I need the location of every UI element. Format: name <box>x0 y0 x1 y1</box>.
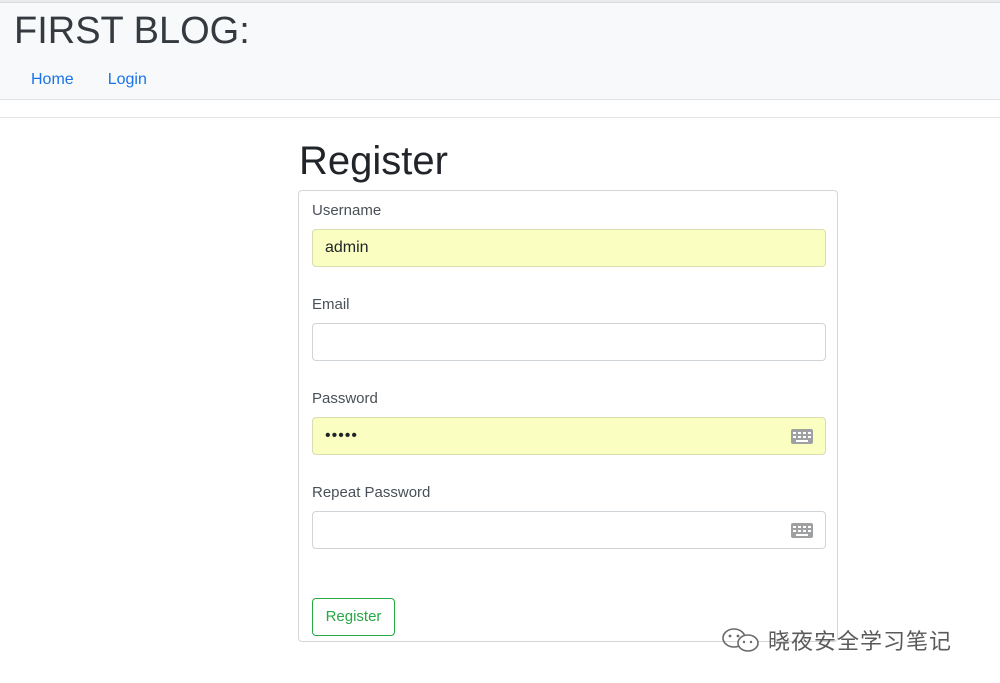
register-button[interactable]: Register <box>312 598 395 636</box>
email-input[interactable] <box>312 323 826 361</box>
keyboard-icon[interactable] <box>791 429 813 444</box>
divider <box>0 117 1000 118</box>
page-title: Register <box>299 139 448 183</box>
watermark-text: 晓夜安全学习笔记 <box>768 630 953 655</box>
password-input[interactable]: ••••• <box>312 417 826 455</box>
repeat-password-label: Repeat Password <box>312 484 431 501</box>
wechat-icon <box>718 625 768 655</box>
password-label: Password <box>312 390 378 407</box>
password-value: ••••• <box>325 427 359 444</box>
navbar: FIRST BLOG: Home Login <box>0 3 1000 100</box>
username-input[interactable]: admin <box>312 229 826 267</box>
username-label: Username <box>312 202 382 219</box>
nav-home-link[interactable]: Home <box>14 69 91 91</box>
keyboard-icon[interactable] <box>791 523 813 538</box>
site-brand[interactable]: FIRST BLOG: <box>14 9 250 53</box>
email-label: Email <box>312 296 350 313</box>
nav-login-link[interactable]: Login <box>91 69 164 91</box>
nav-links: Home Login <box>14 69 164 91</box>
watermark: 晓夜安全学习笔记 <box>718 624 952 656</box>
register-form: Username admin Email Password ••••• Repe… <box>298 190 838 642</box>
repeat-password-input[interactable] <box>312 511 826 549</box>
